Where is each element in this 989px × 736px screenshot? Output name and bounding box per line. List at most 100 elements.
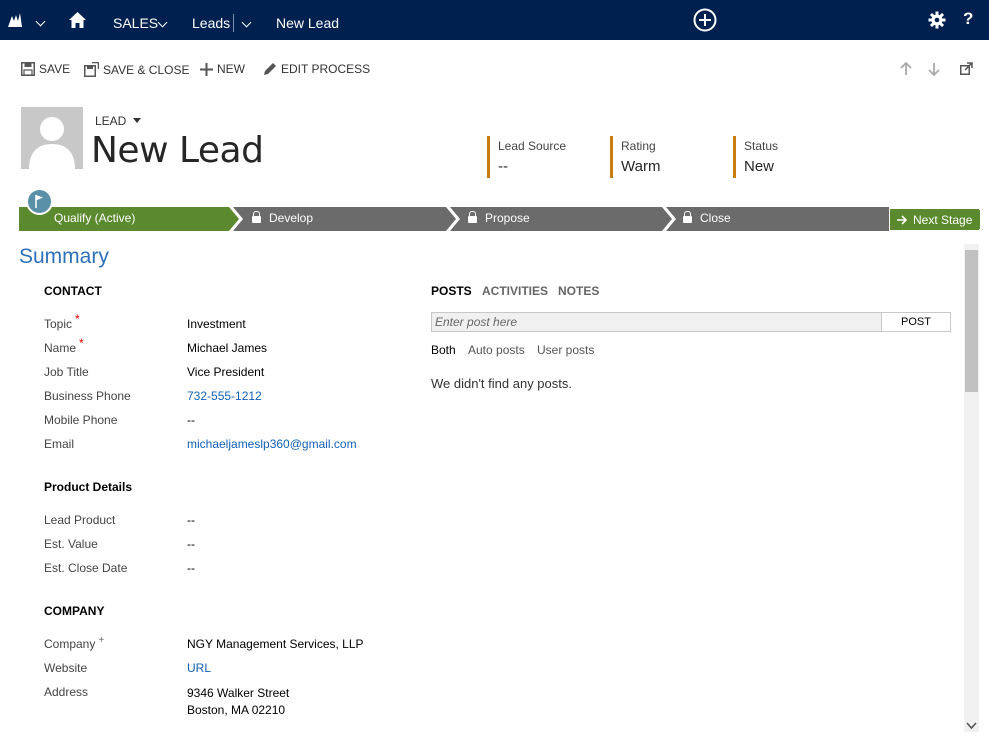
- stage-label: Develop: [269, 211, 314, 225]
- pop-out-icon: [960, 62, 973, 75]
- field-label-address: Address: [44, 685, 89, 699]
- save-label: SAVE: [39, 62, 71, 76]
- header-field-label: Status: [744, 139, 779, 153]
- save-icon: [21, 62, 35, 76]
- field-label-est-close-date: Est. Close Date: [44, 561, 128, 575]
- header-field-value: Warm: [621, 158, 661, 175]
- field-value-mobile-phone[interactable]: --: [187, 413, 195, 427]
- stage-close[interactable]: Close: [683, 210, 731, 225]
- label-text: Topic: [44, 317, 73, 331]
- field-value-name[interactable]: Michael James: [187, 341, 267, 355]
- field-value-website[interactable]: URL: [187, 661, 211, 675]
- field-value-lead-product[interactable]: --: [187, 513, 195, 527]
- save-button[interactable]: SAVE: [21, 62, 70, 76]
- stage-develop[interactable]: Develop: [252, 210, 314, 225]
- settings-gear-icon[interactable]: [928, 11, 946, 34]
- nav-divider: [233, 14, 234, 32]
- field-value-email[interactable]: michaeljameslp360@gmail.com: [187, 437, 357, 451]
- header-field-value: --: [498, 158, 508, 175]
- edit-process-button[interactable]: EDIT PROCESS: [263, 62, 370, 76]
- form-selector-caret-icon[interactable]: [133, 118, 141, 123]
- tab-posts[interactable]: POSTS: [431, 284, 472, 298]
- field-label-business-phone: Business Phone: [44, 389, 131, 403]
- field-value-address[interactable]: 9346 Walker Street Boston, MA 02210: [187, 685, 289, 719]
- lock-icon: [468, 210, 477, 223]
- entity-type-label[interactable]: LEAD: [95, 114, 126, 128]
- field-label-est-value: Est. Value: [44, 537, 98, 551]
- field-label-company: Company +: [44, 635, 105, 651]
- header-field-lead-source[interactable]: Lead Source --: [487, 136, 566, 178]
- field-label-website: Website: [44, 661, 88, 675]
- header-field-status[interactable]: Status New: [733, 136, 778, 178]
- label-text: Name: [44, 341, 77, 355]
- command-bar: SAVE SAVE & CLOSE NEW EDIT PROCESS: [0, 40, 989, 98]
- field-label-lead-product: Lead Product: [44, 513, 116, 527]
- help-icon[interactable]: ?: [963, 9, 973, 29]
- arrow-right-icon: [897, 215, 908, 225]
- pencil-icon: [264, 63, 276, 75]
- save-close-icon: [84, 62, 99, 77]
- post-input[interactable]: Enter post here: [431, 312, 886, 332]
- arrow-down-icon: [928, 63, 940, 76]
- lock-icon: [683, 210, 692, 223]
- edit-process-label: EDIT PROCESS: [281, 62, 371, 76]
- stage-label: Propose: [485, 211, 530, 225]
- header-field-rating[interactable]: Rating Warm: [610, 136, 660, 178]
- home-icon[interactable]: [69, 12, 86, 33]
- filter-user-posts[interactable]: User posts: [537, 343, 594, 357]
- field-value-business-phone[interactable]: 732-555-1212: [187, 389, 262, 403]
- nav-record-title: New Lead: [276, 15, 340, 31]
- stage-propose[interactable]: Propose: [468, 210, 530, 225]
- next-stage-label: Next Stage: [913, 213, 973, 227]
- field-label-mobile-phone: Mobile Phone: [44, 413, 118, 427]
- plus-icon: [200, 62, 213, 76]
- field-value-company[interactable]: NGY Management Services, LLP: [187, 637, 364, 651]
- filter-both[interactable]: Both: [431, 343, 456, 357]
- chevron-down-icon[interactable]: [241, 17, 252, 28]
- chevron-down-icon[interactable]: [35, 16, 46, 27]
- field-value-est-value[interactable]: --: [187, 537, 195, 551]
- empty-posts-message: We didn't find any posts.: [431, 376, 572, 391]
- filter-auto-posts[interactable]: Auto posts: [468, 343, 525, 357]
- next-stage-button[interactable]: Next Stage: [890, 209, 980, 230]
- avatar[interactable]: [21, 107, 83, 169]
- section-heading-contact: CONTACT: [44, 284, 102, 298]
- field-label-job-title: Job Title: [44, 365, 89, 379]
- save-close-label: SAVE & CLOSE: [103, 62, 190, 77]
- page-title: New Lead: [91, 130, 264, 171]
- section-heading-company: COMPANY: [44, 604, 105, 618]
- new-button[interactable]: NEW: [200, 62, 245, 76]
- lock-icon: [252, 210, 261, 223]
- nav-app-sales[interactable]: SALES: [113, 15, 158, 31]
- field-label-email: Email: [44, 437, 75, 451]
- section-title-summary: Summary: [19, 245, 109, 268]
- scrollbar-thumb[interactable]: [965, 250, 978, 392]
- top-nav-bar: SALES Leads New Lead ?: [0, 0, 989, 40]
- required-mark: *: [79, 336, 84, 350]
- chevron-down-icon[interactable]: [157, 17, 168, 28]
- field-value-topic[interactable]: Investment: [187, 317, 246, 331]
- header-field-label: Lead Source: [498, 139, 567, 153]
- header-field-label: Rating: [621, 139, 656, 153]
- tab-activities[interactable]: ACTIVITIES: [482, 284, 548, 298]
- recommended-mark: +: [98, 635, 105, 646]
- process-flag-icon[interactable]: [26, 188, 53, 215]
- arrow-up-icon: [900, 62, 912, 75]
- save-close-button[interactable]: SAVE & CLOSE: [84, 62, 189, 77]
- field-value-est-close-date[interactable]: --: [187, 561, 195, 575]
- post-button[interactable]: POST: [881, 312, 951, 332]
- pop-out-button[interactable]: [960, 62, 977, 75]
- scroll-down-icon[interactable]: [966, 717, 977, 735]
- stage-qualify[interactable]: Qualify (Active): [54, 211, 135, 225]
- stage-label: Qualify (Active): [54, 211, 136, 225]
- next-record-button[interactable]: [928, 62, 944, 76]
- field-label-topic: Topic *: [44, 312, 80, 331]
- field-value-job-title[interactable]: Vice President: [187, 365, 264, 379]
- nav-area-leads[interactable]: Leads: [192, 15, 230, 31]
- tab-notes[interactable]: NOTES: [558, 284, 599, 298]
- quick-create-icon[interactable]: [693, 8, 717, 37]
- previous-record-button[interactable]: [900, 62, 916, 76]
- dynamics-logo-icon[interactable]: [8, 13, 26, 32]
- label-text: Company: [44, 637, 96, 651]
- new-label: NEW: [217, 62, 245, 76]
